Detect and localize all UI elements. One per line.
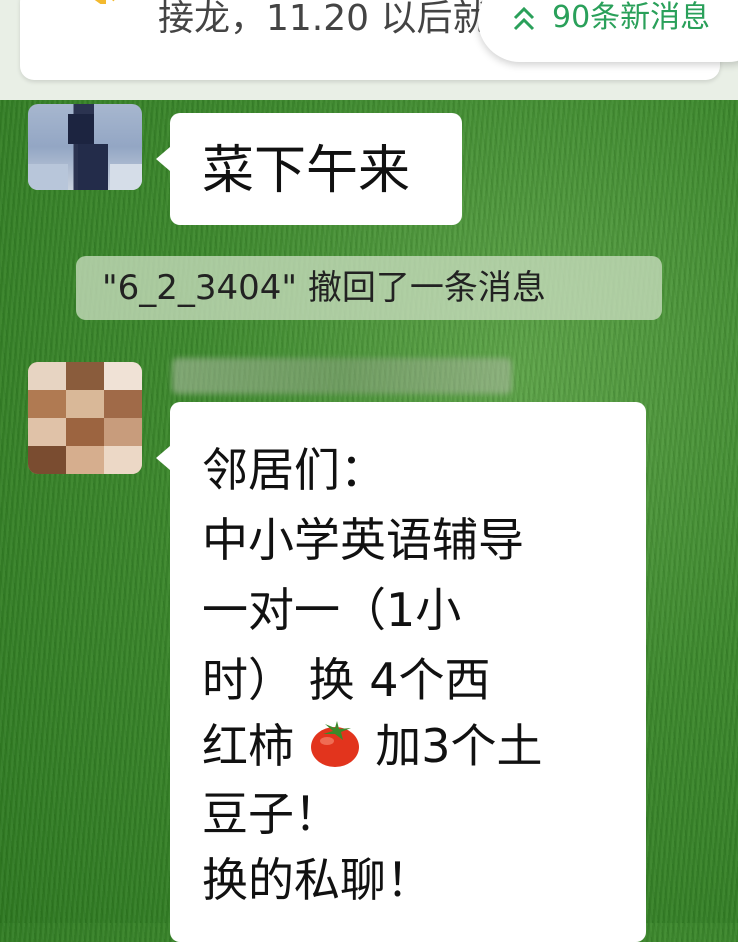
message-line-part: 红柿: [202, 719, 294, 773]
avatar-mosaic: [28, 446, 66, 474]
avatar[interactable]: [28, 104, 142, 190]
message-line-part: 加3个土: [375, 719, 543, 773]
pinned-announcement-bar: 接龙，11.20 以后就 90条新消息: [0, 0, 738, 100]
message-bubble[interactable]: 菜下午来: [156, 113, 462, 225]
new-messages-button[interactable]: 90条新消息: [478, 0, 738, 62]
avatar-mosaic: [66, 418, 104, 446]
avatar-mosaic: [78, 144, 108, 190]
sender-name-redacted: [172, 358, 512, 394]
message-line: 换的私聊！: [202, 853, 432, 907]
message-text: 菜下午来: [202, 141, 411, 201]
message-line: 邻居们：: [202, 443, 386, 497]
new-messages-label: 90条新消息: [552, 0, 711, 35]
avatar-mosaic: [28, 362, 66, 390]
message-line: 豆子！: [202, 787, 340, 841]
recall-notice-text: "6_2_3404" 撤回了一条消息: [102, 268, 546, 308]
avatar-mosaic: [104, 446, 142, 474]
avatar-mosaic: [28, 418, 66, 446]
speaker-icon: [94, 0, 115, 4]
double-chevron-up-icon: [513, 6, 535, 31]
avatar-mosaic: [66, 446, 104, 474]
avatar-mosaic: [68, 114, 94, 144]
announcement-text: 接龙，11.20 以后就: [158, 0, 489, 39]
avatar-mosaic: [104, 362, 142, 390]
avatar-mosaic: [28, 164, 68, 190]
message-line: 一对一（1小: [202, 583, 462, 637]
avatar-mosaic: [28, 390, 66, 418]
message-line: 中小学英语辅导: [202, 513, 524, 567]
tomato-emoji-icon: [310, 721, 359, 767]
avatar-mosaic: [104, 390, 142, 418]
message-bubble[interactable]: 邻居们： 中小学英语辅导 一对一（1小 时） 换 4个西 红柿 加3个土 豆子！…: [156, 402, 646, 942]
recall-notice: "6_2_3404" 撤回了一条消息: [76, 256, 662, 320]
avatar-mosaic: [66, 390, 104, 418]
message-line: 红柿 加3个土: [202, 718, 543, 774]
message-line: 时） 换 4个西: [202, 653, 491, 707]
avatar-mosaic: [66, 362, 104, 390]
avatar-mosaic: [104, 418, 142, 446]
avatar-mosaic: [110, 164, 142, 190]
avatar[interactable]: [28, 362, 142, 474]
